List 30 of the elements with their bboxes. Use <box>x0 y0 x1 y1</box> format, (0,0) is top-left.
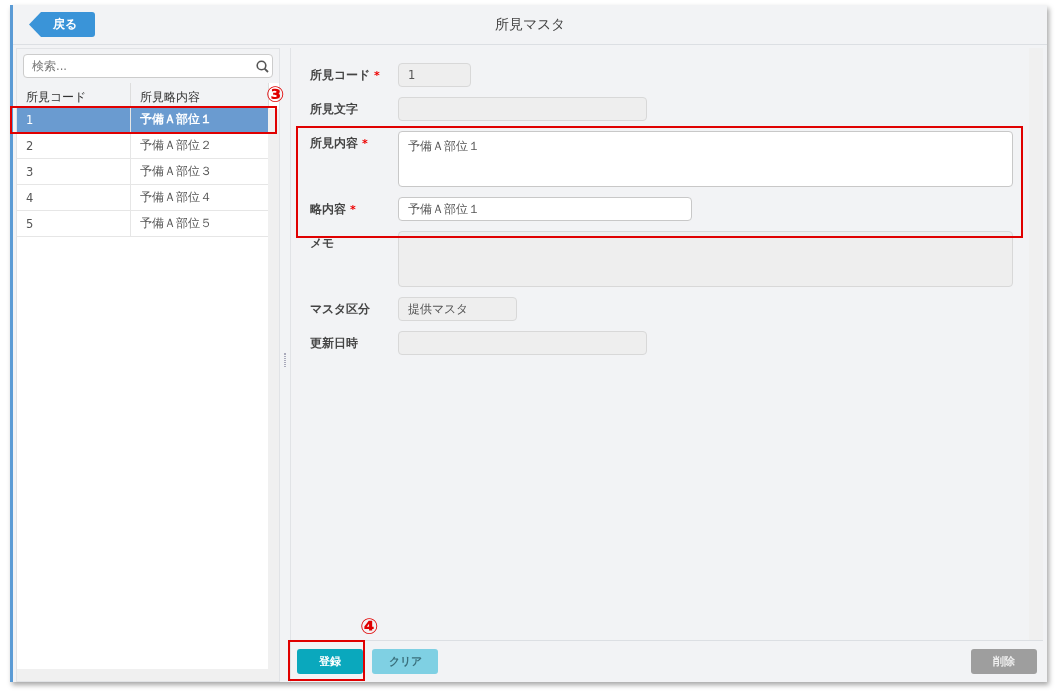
input-field[interactable]: 予備Ａ部位１ <box>398 197 692 221</box>
table-cell: 4 <box>17 185 131 210</box>
required-mark: * <box>362 136 368 150</box>
field-label: メモ <box>310 235 334 251</box>
callout-number: ④ <box>360 616 379 638</box>
scrollbar[interactable] <box>268 109 279 669</box>
text-area[interactable]: 予備Ａ部位１ <box>398 131 1013 187</box>
table-cell: 1 <box>17 107 131 132</box>
search-field[interactable]: 検索... <box>23 54 273 78</box>
table-row[interactable]: 2 予備Ａ部位２ <box>17 133 269 159</box>
splitter-handle[interactable] <box>284 353 286 367</box>
field-label: マスタ区分 <box>310 301 370 317</box>
table-row[interactable]: 5 予備Ａ部位５ <box>17 211 269 237</box>
table-cell: 5 <box>17 211 131 236</box>
table-cell: 3 <box>17 159 131 184</box>
table-row[interactable]: 3 予備Ａ部位３ <box>17 159 269 185</box>
field-label: 更新日時 <box>310 335 358 351</box>
field-label: 所見内容 <box>310 135 358 151</box>
column-header[interactable]: 所見コード <box>17 83 131 106</box>
callout-number: ③ <box>266 84 285 106</box>
table-cell: 2 <box>17 133 131 158</box>
field-label: 所見文字 <box>310 101 358 117</box>
field-label: 略内容 <box>310 201 346 217</box>
search-icon <box>256 60 269 73</box>
field-label: 所見コード <box>310 67 370 83</box>
table-row[interactable]: 4 予備Ａ部位４ <box>17 185 269 211</box>
required-mark: * <box>350 202 356 216</box>
scrollbar[interactable] <box>17 669 279 681</box>
required-mark: * <box>374 68 380 82</box>
page-title: 所見マスタ <box>495 15 565 34</box>
